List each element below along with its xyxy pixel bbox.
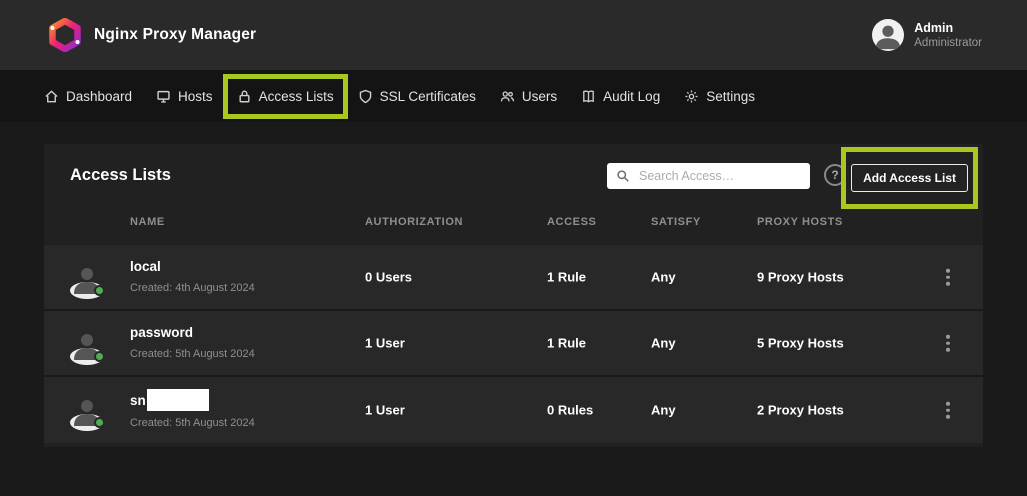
book-icon [581,89,596,104]
nav-item-label: Access Lists [259,89,334,104]
user-menu[interactable]: Admin Administrator [872,19,982,51]
highlight-annotation-add-button: Add Access List [841,147,978,209]
table-row: password Created: 5th August 2024 1 User… [44,311,983,377]
home-icon [44,89,59,104]
row-avatar [70,327,104,361]
nav-item-label: Hosts [178,89,213,104]
proxy-hosts-value: 2 Proxy Hosts [757,403,844,418]
user-name: Admin [914,20,982,36]
table-row: local Created: 4th August 2024 0 Users 1… [44,245,983,311]
nav-item-label: SSL Certificates [380,89,476,104]
access-value: 0 Rules [547,403,593,418]
add-access-list-button[interactable]: Add Access List [851,164,968,192]
app-title: Nginx Proxy Manager [94,26,256,44]
table-header: NAME AUTHORIZATION ACCESS SATISFY PROXY … [44,216,983,236]
nav-item-dashboard[interactable]: Dashboard [44,89,132,104]
access-list-name: sn [130,393,146,408]
created-date: Created: 4th August 2024 [130,280,255,296]
user-role: Administrator [914,36,982,51]
satisfy-value: Any [651,270,676,285]
online-status-dot [94,351,105,362]
search-input[interactable] [607,163,810,189]
nav-item-access-lists[interactable]: Access Lists [237,89,334,104]
user-avatar-icon [872,19,904,51]
authorization-value: 1 User [365,403,405,418]
proxy-hosts-value: 5 Proxy Hosts [757,336,844,351]
column-header-authorization: AUTHORIZATION [365,216,463,228]
column-header-access: ACCESS [547,216,596,228]
kebab-menu-icon[interactable] [940,396,956,425]
proxy-hosts-value: 9 Proxy Hosts [757,270,844,285]
online-status-dot [94,417,105,428]
access-list-name: local [130,257,255,276]
column-header-satisfy: SATISFY [651,216,701,228]
main-nav: Dashboard Hosts Access Lists SSL Certifi… [0,70,1027,122]
nav-item-audit-log[interactable]: Audit Log [581,89,660,104]
access-lists-panel: Access Lists ? Add Access List NAME AUTH… [44,144,983,447]
app-window: Nginx Proxy Manager Admin Administrator … [0,0,1027,496]
monitor-icon [156,89,171,104]
kebab-menu-icon[interactable] [940,263,956,292]
nav-item-label: Audit Log [603,89,660,104]
nav-item-users[interactable]: Users [500,89,557,104]
table-body: local Created: 4th August 2024 0 Users 1… [44,245,983,443]
access-value: 1 Rule [547,336,586,351]
highlight-annotation-nav: Access Lists [223,74,348,119]
row-avatar [70,393,104,427]
lock-icon [237,89,252,104]
authorization-value: 0 Users [365,270,412,285]
search-icon [616,169,630,183]
nav-item-label: Users [522,89,557,104]
nav-item-ssl-certificates[interactable]: SSL Certificates [358,89,476,104]
gear-icon [684,89,699,104]
nav-item-label: Dashboard [66,89,132,104]
nav-item-hosts[interactable]: Hosts [156,89,213,104]
search-box [607,163,810,189]
users-icon [500,89,515,104]
kebab-menu-icon[interactable] [940,329,956,358]
created-date: Created: 5th August 2024 [130,415,255,431]
shield-icon [358,89,373,104]
authorization-value: 1 User [365,336,405,351]
column-header-proxy-hosts: PROXY HOSTS [757,216,843,228]
row-avatar [70,261,104,295]
table-row: sn Created: 5th August 2024 1 User 0 Rul… [44,377,983,443]
column-header-name: NAME [130,216,165,228]
nginx-proxy-manager-logo-icon [48,18,82,52]
page-title: Access Lists [70,166,171,185]
created-date: Created: 5th August 2024 [130,346,255,362]
redaction-box [147,389,209,411]
access-value: 1 Rule [547,270,586,285]
nav-item-label: Settings [706,89,755,104]
access-list-name: password [130,323,255,342]
satisfy-value: Any [651,336,676,351]
satisfy-value: Any [651,403,676,418]
online-status-dot [94,285,105,296]
top-header: Nginx Proxy Manager Admin Administrator [0,0,1027,70]
nav-item-settings[interactable]: Settings [684,89,755,104]
